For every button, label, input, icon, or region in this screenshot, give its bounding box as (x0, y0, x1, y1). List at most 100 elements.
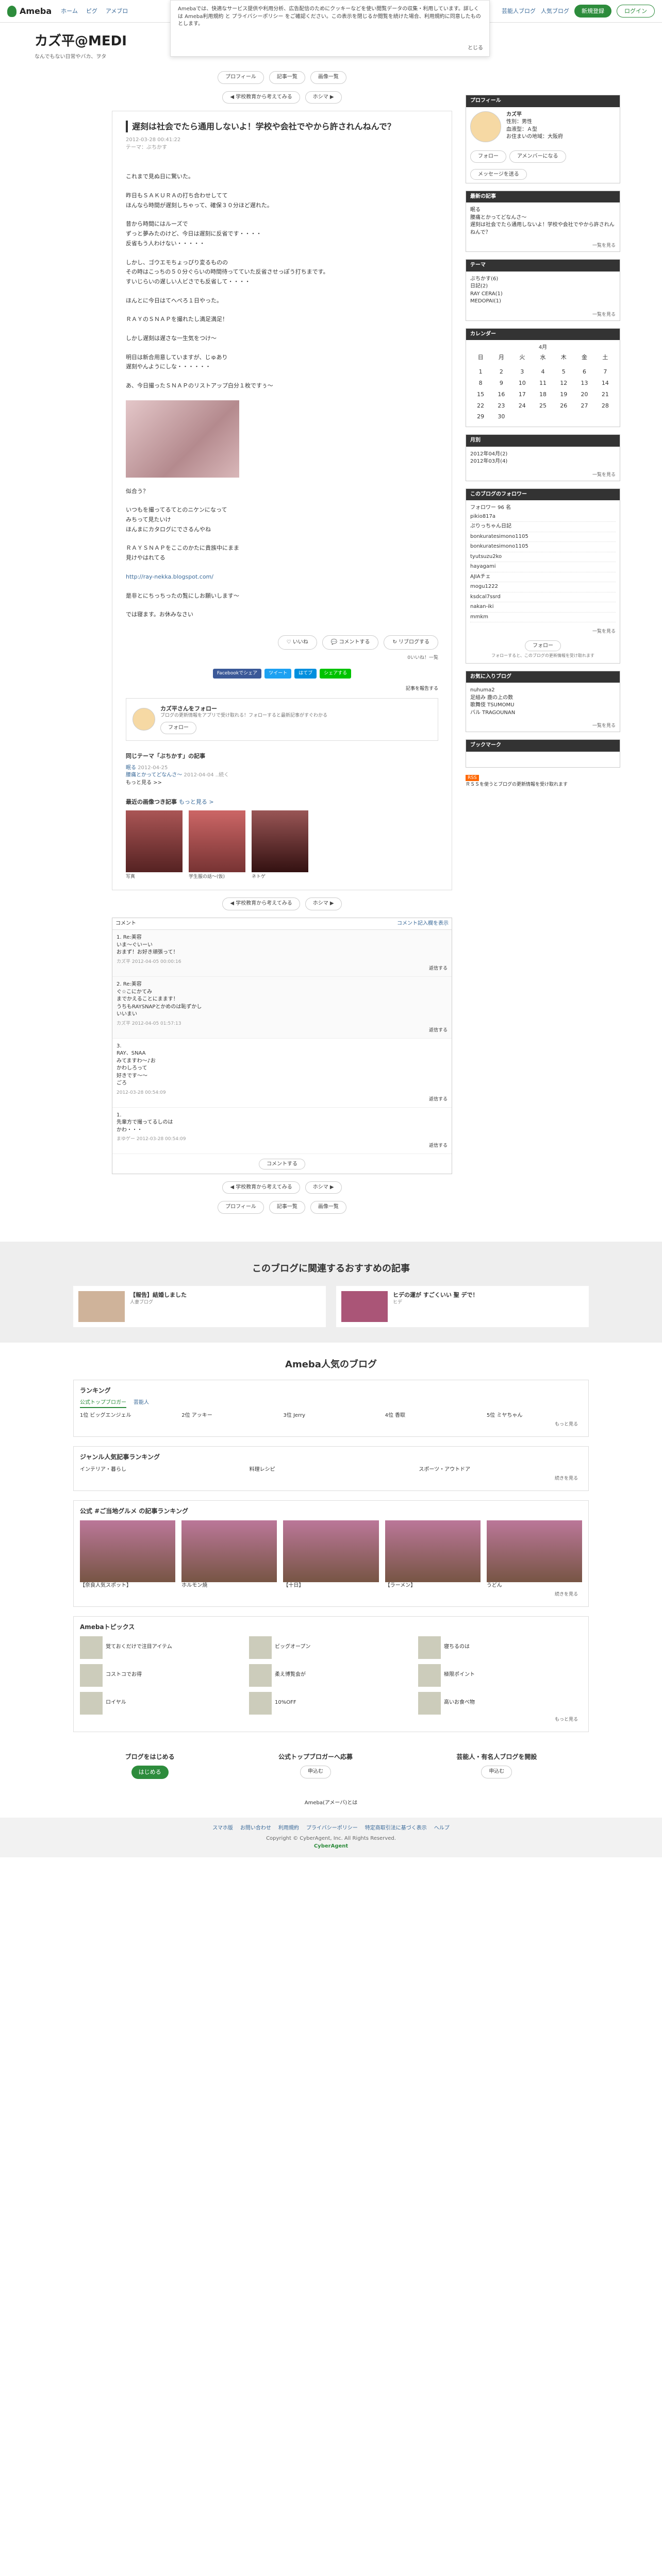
ranking-item[interactable]: 4位 香取 (385, 1412, 481, 1420)
calendar-day[interactable]: 13 (574, 378, 594, 389)
next-entry-link[interactable]: ホシマ ▶ (305, 91, 342, 104)
calendar-day[interactable]: 1 (470, 366, 491, 378)
follower-link[interactable]: hayagami (470, 562, 616, 572)
theme-more-link[interactable]: 一覧を見る (466, 310, 620, 320)
comment-reply-link[interactable]: 返信する (117, 1027, 448, 1034)
photo-ranking-image[interactable] (283, 1520, 379, 1582)
comment-reply-link[interactable]: 返信する (117, 1096, 448, 1103)
follower-link[interactable]: ksdcal7ssrd (470, 592, 616, 603)
sidebar-follow-button[interactable]: フォロー (470, 150, 506, 163)
calendar-day[interactable]: 28 (595, 400, 616, 412)
next-entry-link[interactable]: ホシマ ▶ (305, 1181, 342, 1194)
image-list-button[interactable]: 画像一覧 (310, 71, 346, 84)
cookie-close-button[interactable]: とじる (468, 45, 483, 53)
calendar-day[interactable]: 11 (533, 378, 553, 389)
favorite-blog-link[interactable]: 歌舞伎 TSUMOMU (470, 702, 616, 709)
calendar-day[interactable]: 29 (470, 411, 491, 422)
facebook-share-button[interactable]: Facebookでシェア (212, 669, 262, 679)
calendar-day[interactable]: 24 (512, 400, 533, 412)
report-article-link[interactable]: 記事を報告する (126, 686, 438, 692)
recent-post-link[interactable]: 眠る (470, 207, 616, 214)
topic-item[interactable]: 高いお食べ物 (418, 1691, 582, 1715)
calendar-day[interactable]: 9 (491, 378, 511, 389)
calendar-day[interactable]: 18 (533, 389, 553, 400)
write-comment-button[interactable]: コメントする (259, 1159, 305, 1170)
top-blogger-apply-button[interactable]: 申込む (300, 1766, 331, 1778)
recent-post-link[interactable]: 遅刻は社会でたら通用しないよ！学校や会社でやから許されんねんで？ (470, 222, 616, 236)
genre-column[interactable]: 料理レシピ (250, 1466, 413, 1474)
theme-link[interactable]: 日記(2) (470, 283, 616, 291)
genre-more-link[interactable]: 続きを見る (80, 1473, 582, 1484)
comment-author[interactable]: カズ平 2012-04-05 00:00:16 (117, 959, 448, 965)
comment-button[interactable]: 💬 コメントする (322, 635, 379, 650)
topic-item[interactable]: 極限ポイント (418, 1664, 582, 1687)
top-link-popular[interactable]: 人気ブログ (541, 7, 569, 15)
follower-link[interactable]: ぷりっちゃん日記 (470, 522, 616, 532)
latest-thumbnail[interactable] (252, 810, 308, 873)
calendar-day[interactable]: 16 (491, 389, 511, 400)
calendar-day[interactable]: 20 (574, 389, 594, 400)
topic-item[interactable]: 寝ちるのは (418, 1636, 582, 1659)
calendar-day[interactable]: 5 (553, 366, 574, 378)
latest-image-item[interactable]: ネトゲ (252, 810, 308, 880)
topic-item[interactable]: 覚ておくだけで注目アイテム (80, 1636, 244, 1659)
register-button[interactable]: 新規登録 (574, 4, 611, 18)
recommended-card[interactable]: ヒデの運が すごくいい 聖 デで！ ヒデ (336, 1285, 589, 1327)
footer-link[interactable]: ヘルプ (434, 1825, 450, 1833)
image-list-button[interactable]: 画像一覧 (310, 1201, 346, 1214)
topic-item[interactable]: ロイヤル (80, 1691, 244, 1715)
ranking-item[interactable]: 1位 ビッグエンジェル (80, 1412, 175, 1420)
footer-link[interactable]: スマホ版 (212, 1825, 233, 1833)
follower-link[interactable]: AJIAチェ (470, 572, 616, 583)
archive-more-link[interactable]: 一覧を見る (466, 470, 620, 481)
comment-form-toggle[interactable]: コメント記入欄を表示 (397, 920, 449, 928)
follower-link[interactable]: bonkuratesimono1105 (470, 532, 616, 543)
like-count[interactable]: 0いいね！一覧 (126, 655, 438, 662)
send-message-button[interactable]: メッセージを送る (470, 169, 527, 180)
topic-item[interactable]: 柔え博覧会が (249, 1664, 413, 1687)
ranking-item[interactable]: 2位 アッキー (181, 1412, 277, 1420)
top-nav-ameblo[interactable]: アメブロ (106, 7, 128, 15)
top-nav-home[interactable]: ホーム (61, 7, 78, 15)
follower-link[interactable]: mmkm (470, 613, 616, 623)
photo-ranking-image[interactable] (181, 1520, 277, 1582)
followers-more-link[interactable]: 一覧を見る (466, 626, 620, 637)
theme-link[interactable]: RAY CERA(1) (470, 291, 616, 298)
prev-entry-link[interactable]: ◀ 学校教育から考えてみる (222, 1181, 300, 1194)
comment-reply-link[interactable]: 返信する (117, 965, 448, 972)
latest-image-item[interactable]: 学生服の話〜(仮) (189, 810, 245, 880)
tweet-button[interactable]: ツイート (264, 669, 292, 679)
genre-column[interactable]: インテリア・暮らし (80, 1466, 243, 1474)
recent-post-link[interactable]: 腰痛とかってどなんさ〜 (470, 214, 616, 222)
ranking-more-link[interactable]: もっと見る (80, 1419, 582, 1430)
top-link-celebrity[interactable]: 芸能人ブログ (502, 7, 536, 15)
topic-item[interactable]: 10%OFF (249, 1691, 413, 1715)
recommended-card[interactable]: 【報告】結婚しました 人妻ブログ (73, 1285, 326, 1327)
login-button[interactable]: ログイン (617, 4, 655, 18)
calendar-day[interactable]: 19 (553, 389, 574, 400)
top-nav-pigg[interactable]: ピグ (86, 7, 97, 15)
ranking-tab-official[interactable]: 公式トップブロガー (80, 1399, 126, 1408)
latest-thumbnail[interactable] (189, 810, 245, 873)
topics-more-link[interactable]: もっと見る (80, 1715, 582, 1725)
cyberagent-logo[interactable]: CyberAgent (0, 1843, 662, 1851)
comment-author[interactable]: まゆゲー 2012-03-28 00:54:09 (117, 1136, 448, 1143)
profile-name[interactable]: カズ平 (506, 111, 563, 119)
followers-follow-button[interactable]: フォロー (525, 640, 561, 651)
follower-link[interactable]: bonkuratesimono1105 (470, 542, 616, 552)
profile-avatar[interactable] (470, 111, 501, 142)
calendar-day[interactable]: 26 (553, 400, 574, 412)
author-avatar[interactable] (133, 708, 155, 731)
calendar-day[interactable]: 27 (574, 400, 594, 412)
ranking-item[interactable]: 5位 ミヤちゃん (487, 1412, 582, 1420)
archive-link[interactable]: 2012年04月(2) (470, 451, 616, 459)
calendar-day[interactable]: 30 (491, 411, 511, 422)
photo-ranking-image[interactable] (486, 1520, 583, 1582)
article-title[interactable]: 遅刻は社会でたら通用しないよ！学校や会社でやから許されんねんで？ (126, 121, 438, 133)
photo-more-link[interactable]: 続きを見る (80, 1589, 582, 1600)
follower-link[interactable]: mogu1222 (470, 582, 616, 592)
rss-icon[interactable]: RSS (466, 774, 479, 781)
topic-item[interactable]: ビッグオープン (249, 1636, 413, 1659)
genre-column[interactable]: スポーツ・アウトドア (419, 1466, 582, 1474)
calendar-day[interactable]: 14 (595, 378, 616, 389)
